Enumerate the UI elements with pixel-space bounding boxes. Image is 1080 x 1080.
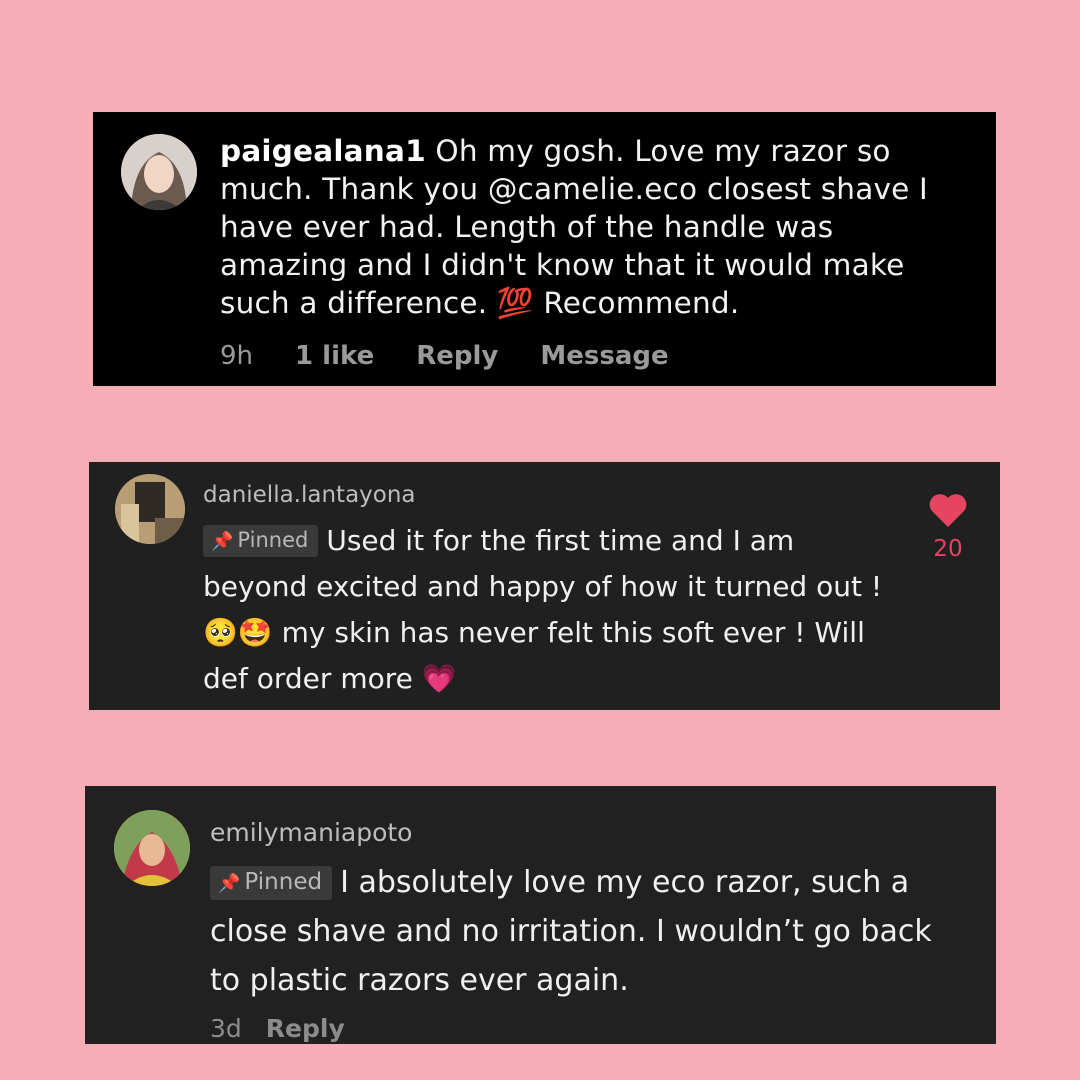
comment-text: 📌 Pinned I absolutely love my eco razor, s… (210, 858, 950, 1005)
like-button[interactable]: 20 (926, 492, 970, 562)
avatar[interactable] (114, 810, 190, 886)
comment-username[interactable]: paigealana1 (220, 134, 426, 168)
comment-username[interactable]: emilymaniapoto (210, 818, 412, 847)
pinned-label: Pinned (244, 869, 323, 895)
avatar-photo-icon (114, 810, 190, 886)
avatar-photo-icon (121, 134, 197, 210)
pin-icon: 📌 (211, 531, 234, 552)
pin-icon: 📌 (218, 873, 241, 894)
avatar[interactable] (121, 134, 197, 210)
heart-icon[interactable] (928, 492, 968, 528)
avatar[interactable] (115, 474, 185, 544)
like-count-link[interactable]: 1 like (295, 341, 374, 371)
like-count: 20 (933, 536, 963, 562)
pinned-label: Pinned (237, 528, 309, 552)
reply-button[interactable]: Reply (416, 341, 498, 371)
avatar-photo-icon (115, 474, 185, 544)
comment-meta: 9h 1 like Reply Message (220, 341, 711, 371)
reply-button[interactable]: Reply (266, 1014, 345, 1043)
comment-time: 3d (210, 1014, 242, 1043)
comment-meta: 3d Reply (210, 1014, 369, 1043)
comment-text: 📌 Pinned Used it for the first time and I … (203, 518, 903, 702)
comment-time: 9h (220, 341, 254, 371)
pinned-badge: 📌 Pinned (210, 866, 333, 900)
comment-text: paigealana1 Oh my gosh. Love my razor so… (220, 132, 960, 322)
comment-card-1: paigealana1 Oh my gosh. Love my razor so… (93, 112, 996, 386)
comment-card-3: emilymaniapoto 📌 Pinned I absolutely love … (85, 786, 996, 1044)
pinned-badge: 📌 Pinned (203, 525, 319, 557)
message-button[interactable]: Message (540, 341, 668, 371)
comment-card-2: daniella.lantayona 📌 Pinned Used it for th… (89, 462, 1000, 710)
comment-username[interactable]: daniella.lantayona (203, 482, 416, 508)
